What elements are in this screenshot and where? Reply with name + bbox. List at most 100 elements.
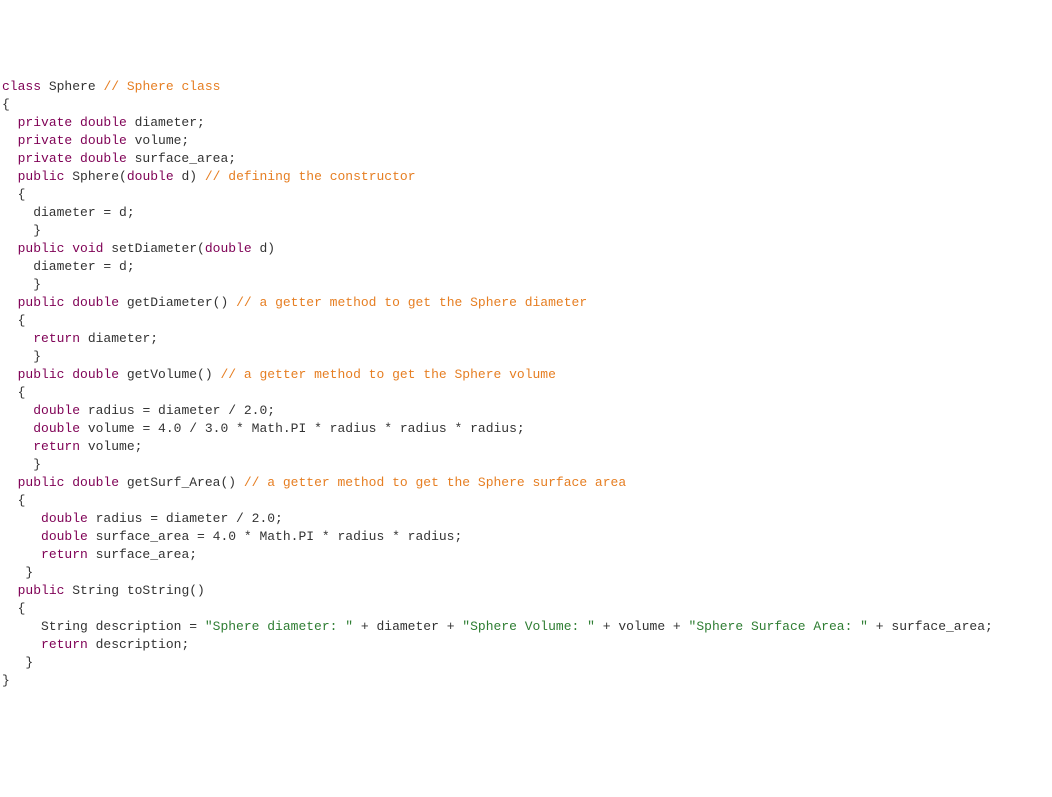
code-text: String description =	[2, 619, 205, 634]
code-text: + diameter +	[353, 619, 462, 634]
code-text: d)	[174, 169, 205, 184]
code-line: double volume = 4.0 / 3.0 * Math.PI * ra…	[2, 420, 1052, 438]
code-text: {	[2, 493, 25, 508]
code-line: String description = "Sphere diameter: "…	[2, 618, 1052, 636]
code-line: {	[2, 312, 1052, 330]
keyword: double	[205, 241, 252, 256]
comment: // defining the constructor	[205, 169, 416, 184]
string-literal: "Sphere diameter: "	[205, 619, 353, 634]
code-text: {	[2, 313, 25, 328]
code-text: }	[2, 457, 41, 472]
keyword: public double	[18, 295, 119, 310]
keyword: private double	[18, 133, 127, 148]
keyword: private double	[18, 115, 127, 130]
code-text: }	[2, 655, 33, 670]
keyword: double	[41, 511, 88, 526]
comment: // Sphere class	[103, 79, 220, 94]
code-line: return volume;	[2, 438, 1052, 456]
code-text	[2, 295, 18, 310]
keyword: private double	[18, 151, 127, 166]
code-line: }	[2, 456, 1052, 474]
code-text: Sphere	[41, 79, 103, 94]
code-line: public double getSurf_Area() // a getter…	[2, 474, 1052, 492]
code-text	[2, 331, 33, 346]
code-line: public void setDiameter(double d)	[2, 240, 1052, 258]
code-line: public Sphere(double d) // defining the …	[2, 168, 1052, 186]
code-line: {	[2, 384, 1052, 402]
code-text: }	[2, 349, 41, 364]
code-line: double radius = diameter / 2.0;	[2, 510, 1052, 528]
keyword: public	[18, 583, 65, 598]
code-text: Sphere(	[64, 169, 126, 184]
code-text: {	[2, 187, 25, 202]
code-line: }	[2, 654, 1052, 672]
code-line: class Sphere // Sphere class	[2, 78, 1052, 96]
code-line: }	[2, 564, 1052, 582]
comment: // a getter method to get the Sphere dia…	[236, 295, 587, 310]
code-text: + surface_area;	[868, 619, 993, 634]
code-text: surface_area = 4.0 * Math.PI * radius * …	[88, 529, 462, 544]
code-text: String toString()	[64, 583, 204, 598]
code-text: diameter = d;	[2, 259, 135, 274]
code-text: d)	[252, 241, 275, 256]
code-text: getSurf_Area()	[119, 475, 244, 490]
code-line: diameter = d;	[2, 258, 1052, 276]
code-text	[2, 475, 18, 490]
keyword: return	[41, 547, 88, 562]
keyword: public double	[18, 475, 119, 490]
code-line: private double volume;	[2, 132, 1052, 150]
code-text: diameter;	[127, 115, 205, 130]
code-line: }	[2, 348, 1052, 366]
code-line: return surface_area;	[2, 546, 1052, 564]
code-text	[2, 583, 18, 598]
code-line: private double surface_area;	[2, 150, 1052, 168]
keyword: return	[33, 331, 80, 346]
code-line: return diameter;	[2, 330, 1052, 348]
comment: // a getter method to get the Sphere vol…	[220, 367, 555, 382]
code-text: {	[2, 601, 25, 616]
code-text	[2, 529, 41, 544]
code-line: }	[2, 222, 1052, 240]
code-text: }	[2, 673, 10, 688]
code-text: getVolume()	[119, 367, 220, 382]
code-text	[2, 151, 18, 166]
code-text: }	[2, 223, 41, 238]
code-text: }	[2, 565, 33, 580]
code-text: diameter = d;	[2, 205, 135, 220]
keyword: double	[127, 169, 174, 184]
code-text: {	[2, 97, 10, 112]
keyword: return	[33, 439, 80, 454]
code-text: surface_area;	[127, 151, 236, 166]
code-text	[2, 133, 18, 148]
code-text	[2, 511, 41, 526]
code-text: volume;	[80, 439, 142, 454]
code-text	[2, 547, 41, 562]
code-text: }	[2, 277, 41, 292]
code-text	[2, 241, 18, 256]
code-text: description;	[88, 637, 189, 652]
code-line: private double diameter;	[2, 114, 1052, 132]
code-text	[2, 421, 33, 436]
string-literal: "Sphere Volume: "	[462, 619, 595, 634]
code-line: double radius = diameter / 2.0;	[2, 402, 1052, 420]
code-line: }	[2, 276, 1052, 294]
code-text	[2, 115, 18, 130]
code-text	[2, 169, 18, 184]
code-text: setDiameter(	[103, 241, 204, 256]
code-text	[2, 439, 33, 454]
code-editor[interactable]: class Sphere // Sphere class{ private do…	[2, 78, 1052, 690]
code-line: {	[2, 600, 1052, 618]
code-text: radius = diameter / 2.0;	[88, 511, 283, 526]
code-line: public String toString()	[2, 582, 1052, 600]
code-text	[2, 403, 33, 418]
keyword: double	[33, 403, 80, 418]
code-line: {	[2, 96, 1052, 114]
keyword: class	[2, 79, 41, 94]
keyword: public void	[18, 241, 104, 256]
code-line: double surface_area = 4.0 * Math.PI * ra…	[2, 528, 1052, 546]
code-line: return description;	[2, 636, 1052, 654]
code-line: public double getDiameter() // a getter …	[2, 294, 1052, 312]
keyword: public	[18, 169, 65, 184]
keyword: public double	[18, 367, 119, 382]
keyword: double	[33, 421, 80, 436]
